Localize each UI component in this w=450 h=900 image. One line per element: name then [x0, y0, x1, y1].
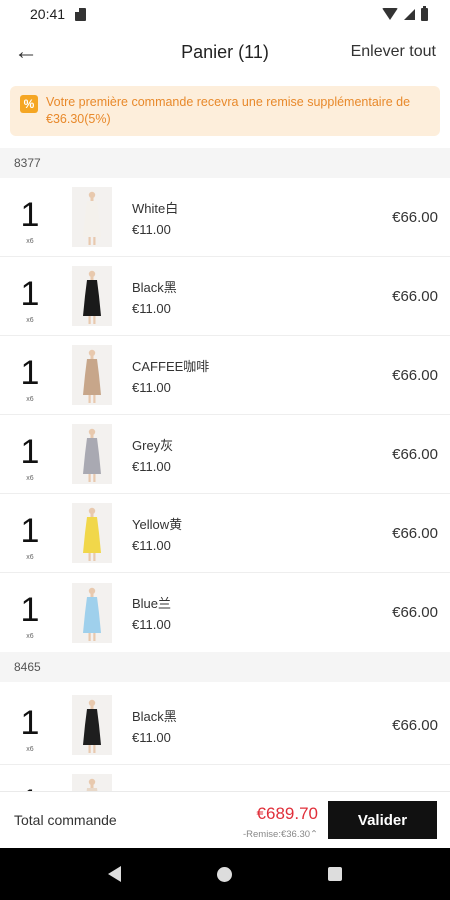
nav-back-icon[interactable] [108, 866, 121, 882]
dress-figure-image [83, 699, 101, 753]
discount-toggle[interactable]: -Remise:€36.30⌃ [243, 829, 318, 840]
quantity-value: 1 [20, 703, 40, 742]
quantity-value: 1 [20, 432, 40, 471]
item-line-total: €66.00 [392, 366, 438, 384]
quantity-unit: x6 [26, 745, 34, 753]
product-thumbnail[interactable] [72, 187, 112, 247]
product-thumbnail[interactable] [72, 503, 112, 563]
product-thumbnail[interactable] [72, 582, 112, 643]
system-nav-bar [0, 848, 450, 900]
group-header: 8465 [0, 652, 450, 682]
quantity-unit: x6 [26, 316, 34, 324]
product-thumbnail[interactable] [72, 424, 112, 484]
item-line-total: €66.00 [392, 716, 438, 734]
quantity-unit: x6 [26, 553, 34, 561]
order-total-label: Total commande [14, 812, 117, 828]
cart-item-row[interactable]: 1 x6 Black黑 €11.00 €66.00 [0, 257, 450, 336]
promo-banner: % Votre première commande recevra une re… [10, 86, 440, 136]
dress-figure-image [86, 778, 98, 791]
signal-icon [404, 8, 415, 20]
item-variant-name: Black黑 [132, 708, 177, 724]
product-thumbnail[interactable] [72, 695, 112, 755]
dress-figure-image [83, 191, 101, 245]
cart-item-row[interactable]: 1 x6 Yellow黄 €11.00 €66.00 [0, 494, 450, 573]
product-thumbnail[interactable] [72, 774, 112, 791]
item-line-total: €66.00 [392, 287, 438, 305]
quantity-unit: x6 [26, 395, 34, 403]
cart-list[interactable]: 8377 1 x6 White白 €11.00 €66.00 1 x6 Blac… [0, 148, 450, 791]
dress-figure-image [83, 270, 101, 324]
item-variant-name: Grey灰 [132, 437, 174, 453]
item-line-total: €66.00 [392, 604, 438, 621]
promo-text: Votre première commande recevra une remi… [46, 95, 411, 126]
quantity[interactable]: 1 x6 [0, 686, 60, 765]
back-arrow-icon[interactable]: ← [14, 40, 44, 64]
cart-item-row[interactable]: 1 x6 [0, 765, 450, 791]
item-unit-price: €11.00 [132, 729, 171, 745]
item-unit-price: €11.00 [132, 617, 171, 632]
item-variant-name: Blue兰 [132, 596, 172, 611]
cart-item-row[interactable]: 1 x6 Blue兰 €11.00 €66.00 [0, 573, 450, 652]
cart-item-row[interactable]: 1 x6 CAFFEE咖啡 €11.00 €66.00 [0, 336, 450, 415]
validate-button[interactable]: Valider [328, 801, 437, 839]
order-total-value: €689.70 [256, 804, 318, 823]
item-variant-name: White白 [132, 200, 179, 216]
quantity[interactable]: 1 x6 [0, 257, 60, 336]
wifi-icon [382, 8, 398, 20]
item-variant-name: CAFFEE咖啡 [132, 358, 210, 374]
dress-figure-image [83, 587, 101, 641]
item-line-total: €66.00 [392, 524, 438, 542]
nav-recents-icon[interactable] [328, 867, 342, 881]
clear-all-button[interactable]: Enlever tout [351, 43, 436, 61]
quantity-unit: x6 [26, 237, 34, 245]
product-thumbnail[interactable] [72, 345, 112, 405]
quantity-unit: x6 [26, 633, 34, 640]
quantity-unit: x6 [26, 474, 34, 482]
quantity-value: 1 [20, 511, 40, 550]
item-line-total: €66.00 [392, 208, 438, 226]
item-unit-price: €11.00 [132, 300, 171, 316]
dress-figure-image [83, 507, 101, 561]
item-unit-price: €11.00 [132, 537, 171, 553]
quantity[interactable]: 1 x6 [0, 415, 60, 494]
status-bar: 20:41 [0, 0, 450, 28]
quantity[interactable]: 1 x6 [0, 178, 60, 257]
quantity-value: 1 [20, 195, 40, 234]
item-variant-name: Black黑 [132, 279, 177, 295]
quantity-value: 1 [20, 274, 40, 313]
discount-icon: % [20, 95, 38, 113]
group-header: 8377 [0, 148, 450, 178]
dress-figure-image [83, 428, 101, 482]
item-unit-price: €11.00 [132, 379, 171, 395]
checkout-bar: Total commande €689.70 -Remise:€36.30⌃ V… [0, 791, 450, 848]
app-bar: ← Panier (11) Enlever tout [0, 28, 450, 76]
quantity[interactable]: 1 x6 [0, 573, 60, 652]
cart-item-row[interactable]: 1 x6 Black黑 €11.00 €66.00 [0, 686, 450, 765]
quantity[interactable]: 1 x6 [0, 494, 60, 573]
item-unit-price: €11.00 [132, 221, 171, 237]
item-line-total: €66.00 [392, 445, 438, 463]
product-thumbnail[interactable] [72, 266, 112, 326]
status-time: 20:41 [30, 6, 66, 22]
quantity-value: 1 [20, 591, 40, 629]
dress-figure-image [83, 349, 101, 403]
quantity[interactable]: 1 x6 [0, 336, 60, 415]
cart-item-row[interactable]: 1 x6 Grey灰 €11.00 €66.00 [0, 415, 450, 494]
quantity[interactable]: 1 x6 [0, 765, 60, 792]
item-variant-name: Yellow黄 [132, 516, 183, 532]
quantity-value: 1 [20, 353, 40, 392]
sd-card-icon [75, 7, 87, 21]
battery-icon [421, 5, 428, 21]
nav-home-icon[interactable] [217, 866, 232, 882]
item-unit-price: €11.00 [132, 458, 171, 474]
cart-item-row[interactable]: 1 x6 White白 €11.00 €66.00 [0, 178, 450, 257]
